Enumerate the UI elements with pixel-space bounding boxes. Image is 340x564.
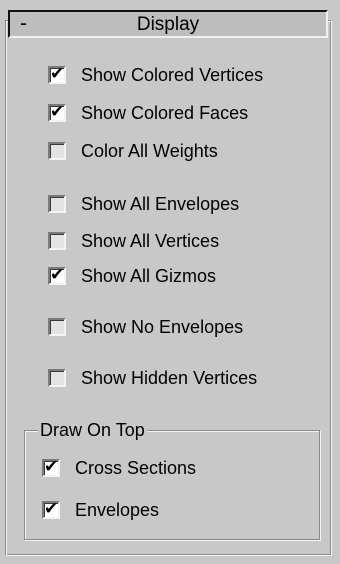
checkbox-box[interactable]: ✔ (42, 499, 60, 519)
rollout-title: Display (136, 14, 200, 35)
checkbox-label: Show All Gizmos (81, 265, 217, 286)
checkbox-label: Show Colored Vertices (81, 64, 264, 85)
check-mark-icon: ✔ (44, 499, 59, 518)
checkbox-show-colored-vertices[interactable]: ✔ Show Colored Vertices (48, 62, 263, 88)
checkbox-label: Show Colored Faces (81, 102, 249, 123)
check-mark-icon: ✔ (50, 265, 65, 284)
checkbox-label: Show All Vertices (81, 230, 220, 251)
checkbox-box[interactable]: ✔ (42, 457, 60, 477)
checkbox-box[interactable] (48, 195, 66, 213)
checkbox-label: Show No Envelopes (81, 316, 244, 337)
checkbox-box[interactable]: ✔ (48, 64, 66, 84)
checkbox-label: Cross Sections (75, 457, 197, 478)
checkbox-box[interactable] (48, 142, 66, 160)
checkbox-label: Show All Envelopes (81, 193, 240, 214)
checkbox-envelopes[interactable]: ✔ Envelopes (42, 497, 159, 523)
checkbox-show-all-vertices[interactable]: Show All Vertices (48, 228, 219, 254)
checkbox-label: Envelopes (75, 499, 160, 520)
checkbox-box[interactable] (48, 369, 66, 387)
draw-on-top-group (24, 430, 320, 540)
checkbox-show-hidden-vertices[interactable]: Show Hidden Vertices (48, 365, 257, 391)
rollout-title-bar[interactable]: - Display (8, 10, 328, 38)
checkbox-label: Show Hidden Vertices (81, 367, 258, 388)
checkbox-show-colored-faces[interactable]: ✔ Show Colored Faces (48, 100, 248, 126)
checkbox-box[interactable]: ✔ (48, 102, 66, 122)
check-mark-icon: ✔ (50, 102, 65, 121)
checkbox-label: Color All Weights (81, 140, 218, 161)
checkbox-box[interactable] (48, 318, 66, 336)
checkbox-color-all-weights[interactable]: Color All Weights (48, 138, 218, 164)
checkbox-box[interactable]: ✔ (48, 265, 66, 285)
draw-on-top-group-title: Draw On Top (38, 418, 147, 442)
check-mark-icon: ✔ (44, 457, 59, 476)
checkbox-show-all-envelopes[interactable]: Show All Envelopes (48, 191, 239, 217)
checkbox-cross-sections[interactable]: ✔ Cross Sections (42, 455, 196, 481)
display-rollout-panel: - Display ✔ Show Colored Vertices ✔ Show… (0, 0, 340, 564)
checkbox-show-no-envelopes[interactable]: Show No Envelopes (48, 314, 243, 340)
check-mark-icon: ✔ (50, 64, 65, 83)
checkbox-box[interactable] (48, 232, 66, 250)
checkbox-show-all-gizmos[interactable]: ✔ Show All Gizmos (48, 263, 216, 289)
